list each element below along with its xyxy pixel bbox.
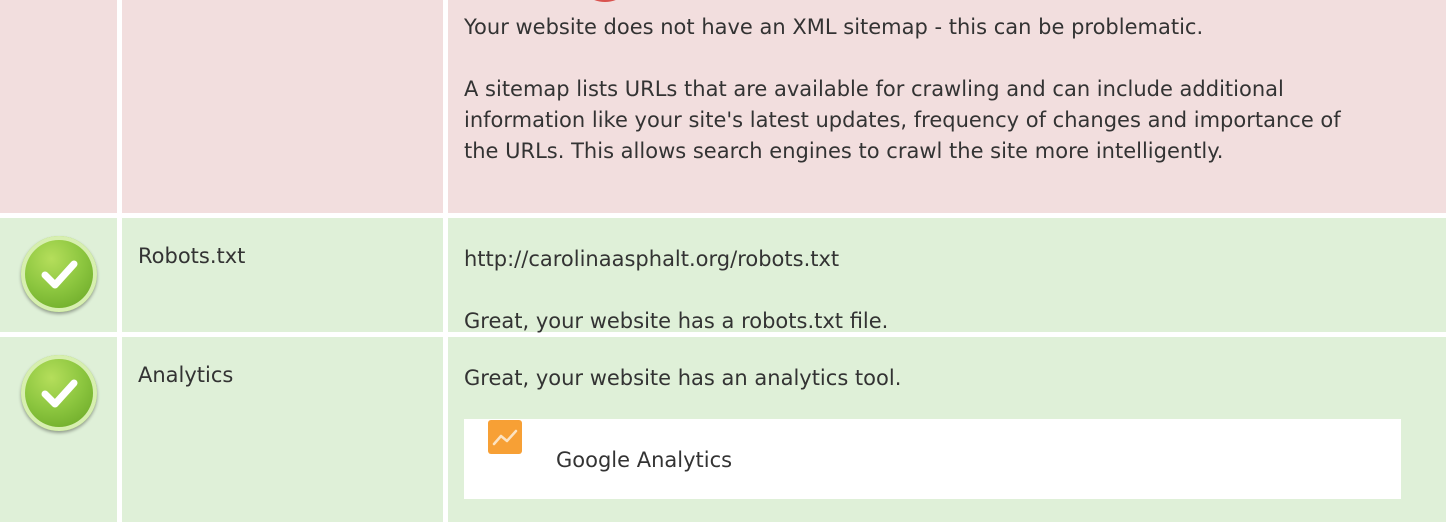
success-check-icon bbox=[21, 355, 97, 431]
result-row-robots: Robots.txt http://carolinaasphalt.org/ro… bbox=[0, 218, 1446, 333]
robots-status-text: Great, your website has a robots.txt fil… bbox=[464, 309, 889, 333]
check-name-analytics: Analytics bbox=[122, 337, 443, 522]
analytics-tool-label: Google Analytics bbox=[556, 448, 733, 472]
analytics-tool-item: Google Analytics bbox=[464, 419, 1401, 499]
check-description-cell: http://carolinaasphalt.org/robots.txt Gr… bbox=[448, 218, 1446, 333]
google-analytics-icon bbox=[488, 420, 522, 454]
seo-results-table: Your website does not have an XML sitema… bbox=[0, 0, 1446, 522]
status-cell bbox=[0, 0, 117, 213]
check-name-cell bbox=[122, 0, 443, 213]
check-description-cell: Great, your website has an analytics too… bbox=[448, 337, 1446, 522]
analytics-status-text: Great, your website has an analytics too… bbox=[464, 366, 902, 390]
result-row-analytics: Analytics Great, your website has an ana… bbox=[0, 337, 1446, 522]
status-cell bbox=[0, 218, 117, 332]
result-row-sitemap: Your website does not have an XML sitema… bbox=[0, 0, 1446, 213]
sitemap-warning-text: Your website does not have an XML sitema… bbox=[464, 15, 1204, 39]
robots-url-link[interactable]: http://carolinaasphalt.org/robots.txt bbox=[464, 244, 1446, 275]
success-check-icon bbox=[21, 236, 97, 312]
error-x-icon bbox=[594, 0, 616, 2]
check-description-cell: Your website does not have an XML sitema… bbox=[448, 0, 1446, 213]
status-cell bbox=[0, 337, 117, 522]
check-name-robots: Robots.txt bbox=[122, 218, 443, 332]
sitemap-explanation-text: A sitemap lists URLs that are available … bbox=[464, 77, 1341, 163]
